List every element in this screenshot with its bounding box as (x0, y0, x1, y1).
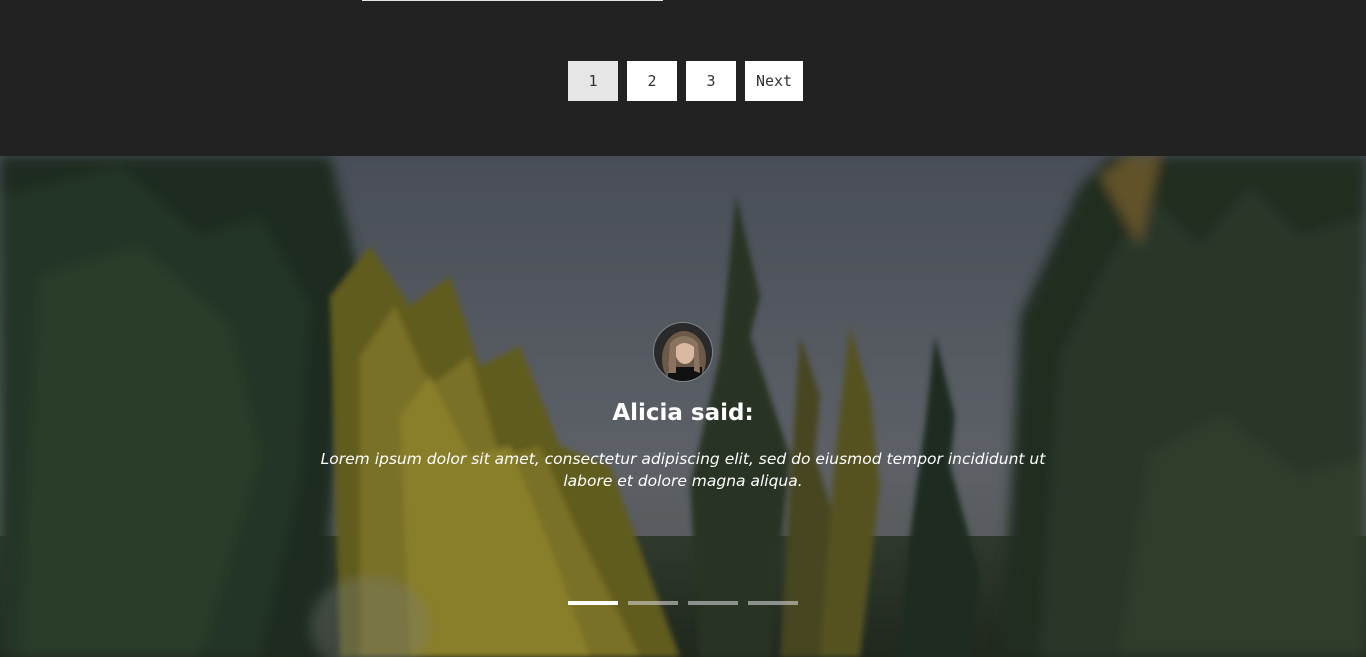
testimonial-quote: Lorem ipsum dolor sit amet, consectetur … (320, 450, 1046, 490)
divider-line (362, 0, 663, 1)
carousel-dot-2[interactable] (628, 601, 678, 605)
carousel-dot-3[interactable] (688, 601, 738, 605)
top-section: 1 2 3 Next (0, 0, 1366, 156)
page-2-button[interactable]: 2 (627, 61, 677, 101)
next-page-button[interactable]: Next (745, 61, 803, 101)
testimonial-title: Alicia said: (612, 400, 754, 426)
pagination: 1 2 3 Next (568, 61, 803, 101)
testimonial-content: Alicia said: Lorem ipsum dolor sit amet,… (0, 156, 1366, 657)
carousel-dot-4[interactable] (748, 601, 798, 605)
page-3-button[interactable]: 3 (686, 61, 736, 101)
page-1-button[interactable]: 1 (568, 61, 618, 101)
carousel-dot-1[interactable] (568, 601, 618, 605)
avatar (653, 322, 713, 382)
carousel-indicators (568, 601, 798, 605)
testimonial-section: Alicia said: Lorem ipsum dolor sit amet,… (0, 156, 1366, 657)
